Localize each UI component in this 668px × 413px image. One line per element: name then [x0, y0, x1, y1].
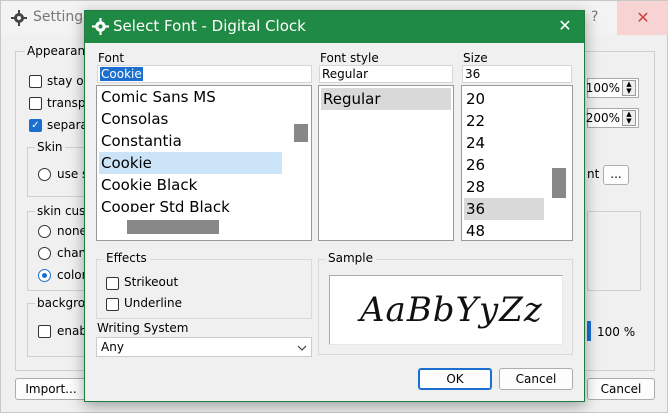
effects-label: Effects [103, 251, 150, 265]
font-listbox[interactable]: Comic Sans MS Consolas Constantia Cookie… [96, 85, 312, 241]
stay-on-top-checkbox[interactable] [29, 75, 42, 88]
writing-system-value: Any [101, 340, 124, 354]
spinner-arrows-icon[interactable]: ▲ ▼ [622, 110, 636, 126]
browse-button[interactable]: ... [603, 165, 629, 185]
enable-background-checkbox[interactable] [38, 325, 51, 338]
right-group [587, 211, 641, 291]
spinner-arrows-icon[interactable]: ▲ ▼ [622, 80, 636, 96]
size-list-item[interactable]: 20 [464, 88, 544, 110]
sample-preview: AaBbYyZz [329, 275, 563, 345]
gear-icon [92, 18, 109, 35]
color-radio[interactable] [38, 269, 51, 282]
size-scroll-thumb[interactable] [552, 168, 566, 198]
ok-button[interactable]: OK [418, 368, 492, 390]
font-caption: Font [98, 51, 125, 65]
font-list-item[interactable]: Constantia [99, 130, 282, 152]
gear-icon [11, 10, 27, 26]
size-list-item[interactable]: 24 [464, 132, 544, 154]
scale-value: 200% [585, 111, 620, 125]
strikeout-label: Strikeout [124, 275, 179, 289]
zoom-slider-fill[interactable] [587, 321, 591, 341]
size-list-item[interactable]: 28 [464, 176, 544, 198]
font-name-value: Cookie [100, 67, 143, 81]
font-style-value: Regular [322, 67, 369, 81]
sample-label: Sample [325, 251, 376, 265]
transparent-checkbox[interactable] [29, 97, 42, 110]
chevron-down-icon [297, 345, 307, 351]
zoom-value: 100 % [597, 325, 636, 339]
nt-fragment-label: nt [587, 167, 600, 181]
settings-title: Settings [33, 9, 91, 25]
size-value: 36 [465, 67, 481, 81]
background-label: backgro [35, 296, 88, 310]
none-label: none [57, 224, 87, 238]
writing-system-select[interactable]: Any [96, 337, 312, 357]
sample-text: AaBbYyZz [360, 290, 543, 330]
enable-background-label: enab [57, 324, 87, 338]
size-list-item[interactable]: 26 [464, 154, 544, 176]
scale-spinner[interactable]: 200% ▲ ▼ [585, 108, 639, 128]
none-radio[interactable] [38, 225, 51, 238]
size-caption: Size [463, 51, 488, 65]
underline-checkbox[interactable] [106, 298, 119, 311]
separate-label: separa [47, 118, 88, 132]
style-list-item-selected[interactable]: Regular [321, 88, 451, 110]
font-list-item[interactable]: Cookie Black [99, 174, 282, 196]
writing-system-caption: Writing System [97, 321, 189, 335]
dialog-close-button[interactable]: ✕ [555, 16, 575, 35]
settings-close-button[interactable]: ✕ [617, 1, 668, 35]
font-style-caption: Font style [320, 51, 379, 65]
font-name-input[interactable]: Cookie [97, 65, 312, 83]
import-button[interactable]: Import... [15, 378, 87, 400]
font-horizontal-scrollbar[interactable] [97, 214, 311, 240]
dialog-cancel-button[interactable]: Cancel [499, 368, 573, 390]
size-input[interactable]: 36 [462, 65, 572, 83]
font-scroll-thumb[interactable] [294, 124, 308, 142]
settings-cancel-button[interactable]: Cancel [587, 378, 655, 400]
font-list-item[interactable]: Consolas [99, 108, 282, 130]
size-vertical-scrollbar[interactable] [546, 86, 572, 240]
font-list-item[interactable]: Cooper Std Black [99, 196, 282, 212]
select-font-dialog: Select Font - Digital Clock ✕ Font Cooki… [84, 10, 585, 402]
font-vertical-scrollbar[interactable] [287, 86, 311, 212]
size-list-item-selected[interactable]: 36 [464, 198, 544, 220]
dialog-title: Select Font - Digital Clock [113, 17, 306, 35]
use-skin-radio[interactable] [38, 168, 51, 181]
size-list-item[interactable]: 22 [464, 110, 544, 132]
skin-custom-label: skin cus [35, 204, 88, 218]
underline-label: Underline [124, 296, 182, 310]
opacity-spinner[interactable]: 100% ▲ ▼ [585, 78, 639, 98]
strikeout-checkbox[interactable] [106, 277, 119, 290]
font-list-item-selected[interactable]: Cookie [99, 152, 282, 174]
font-style-input[interactable]: Regular [319, 65, 453, 83]
font-style-listbox[interactable]: Regular [318, 85, 454, 241]
change-label: chan [57, 246, 87, 260]
color-label: color [57, 268, 87, 282]
change-radio[interactable] [38, 247, 51, 260]
size-listbox[interactable]: 20 22 24 26 28 36 48 [461, 85, 573, 241]
font-list-item[interactable]: Comic Sans MS [99, 86, 282, 108]
help-button[interactable]: ? [591, 9, 598, 25]
effects-group [96, 259, 312, 319]
opacity-value: 100% [585, 81, 620, 95]
skin-label: Skin [35, 140, 65, 154]
font-hscroll-thumb[interactable] [127, 220, 219, 234]
size-list-item[interactable]: 48 [464, 220, 544, 240]
separate-checkbox[interactable]: ✓ [29, 119, 42, 132]
